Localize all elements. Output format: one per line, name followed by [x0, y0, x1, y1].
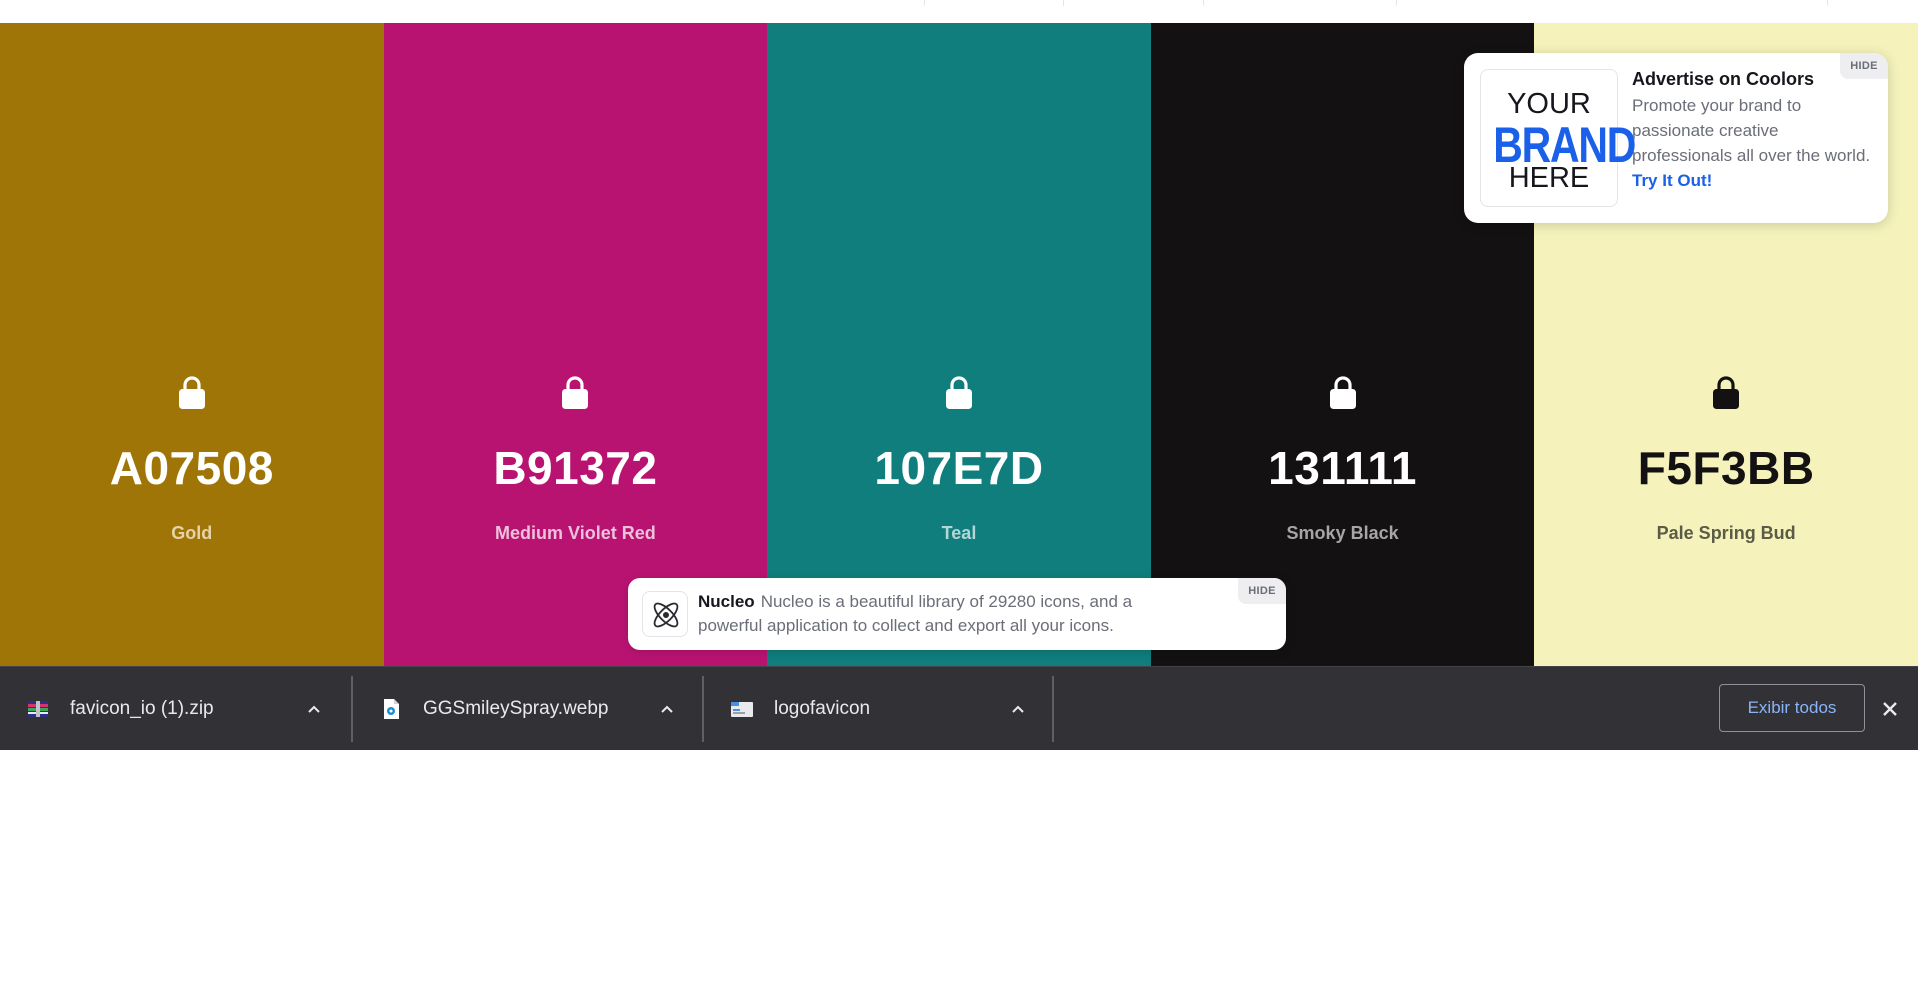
- image-file-icon: [384, 699, 399, 719]
- folder-window-icon: [731, 702, 753, 717]
- show-all-downloads-button[interactable]: Exibir todos: [1719, 684, 1865, 732]
- download-item[interactable]: favicon_io (1).zip: [0, 667, 350, 751]
- nucleo-text: Nucleo Nucleo is a beautiful library of 2…: [698, 590, 1198, 638]
- download-divider: [1052, 676, 1054, 742]
- download-bar: favicon_io (1).zip GGSmileySpray.webp lo…: [0, 666, 1918, 750]
- try-it-out-link[interactable]: Try It Out!: [1632, 171, 1712, 190]
- download-item[interactable]: GGSmileySpray.webp: [353, 667, 703, 751]
- lock-icon[interactable]: [560, 375, 590, 411]
- chevron-up-icon[interactable]: [306, 701, 322, 717]
- top-divider: [924, 0, 925, 6]
- nucleo-banner[interactable]: Nucleo Nucleo is a beautiful library of 2…: [628, 578, 1286, 650]
- lock-icon[interactable]: [177, 375, 207, 411]
- brand-line-3: HERE: [1508, 162, 1590, 194]
- nucleo-title: Nucleo: [698, 592, 755, 611]
- download-file-name: logofavicon: [774, 698, 871, 719]
- color-swatch[interactable]: B91372 Medium Violet Red: [383, 23, 768, 666]
- color-name[interactable]: Teal: [767, 523, 1151, 544]
- lock-icon[interactable]: [1711, 375, 1741, 411]
- color-hex-code[interactable]: F5F3BB: [1534, 441, 1918, 495]
- ad-body: Promote your brand to passionate creativ…: [1632, 93, 1872, 193]
- your-brand-here-logo[interactable]: YOUR BRAND HERE: [1480, 69, 1636, 207]
- color-name[interactable]: Medium Violet Red: [384, 523, 768, 544]
- hide-nucleo-button[interactable]: HIDE: [1238, 578, 1286, 604]
- color-name[interactable]: Smoky Black: [1151, 523, 1535, 544]
- top-strip: [0, 0, 1920, 23]
- top-divider: [1827, 0, 1828, 6]
- top-divider: [1203, 0, 1204, 6]
- top-divider: [1396, 0, 1397, 6]
- color-name[interactable]: Gold: [0, 523, 384, 544]
- advertise-card: YOUR BRAND HERE Advertise on Coolors Pro…: [1464, 53, 1888, 223]
- hide-ad-button[interactable]: HIDE: [1840, 53, 1888, 79]
- chevron-up-icon[interactable]: [659, 701, 675, 717]
- nucleo-body: Nucleo is a beautiful library of 29280 i…: [698, 592, 1133, 635]
- color-name[interactable]: Pale Spring Bud: [1534, 523, 1918, 544]
- download-file-name: favicon_io (1).zip: [70, 698, 214, 719]
- lock-icon[interactable]: [1328, 375, 1358, 411]
- nucleo-atom-icon: [642, 591, 688, 637]
- chevron-up-icon[interactable]: [1010, 701, 1026, 717]
- zip-archive-icon: [28, 701, 48, 717]
- download-file-name: GGSmileySpray.webp: [423, 698, 609, 719]
- color-hex-code[interactable]: 107E7D: [767, 441, 1151, 495]
- close-icon[interactable]: [1878, 697, 1902, 721]
- color-hex-code[interactable]: 131111: [1151, 441, 1535, 495]
- lock-icon[interactable]: [944, 375, 974, 411]
- color-swatch[interactable]: 107E7D Teal: [767, 23, 1151, 666]
- ad-body-text: Promote your brand to passionate creativ…: [1632, 96, 1871, 165]
- ad-title[interactable]: Advertise on Coolors: [1632, 69, 1814, 90]
- color-swatch[interactable]: A07508 Gold: [0, 23, 384, 666]
- color-hex-code[interactable]: B91372: [384, 441, 768, 495]
- color-hex-code[interactable]: A07508: [0, 441, 384, 495]
- download-item[interactable]: logofavicon: [704, 667, 1054, 751]
- top-divider: [1063, 0, 1064, 6]
